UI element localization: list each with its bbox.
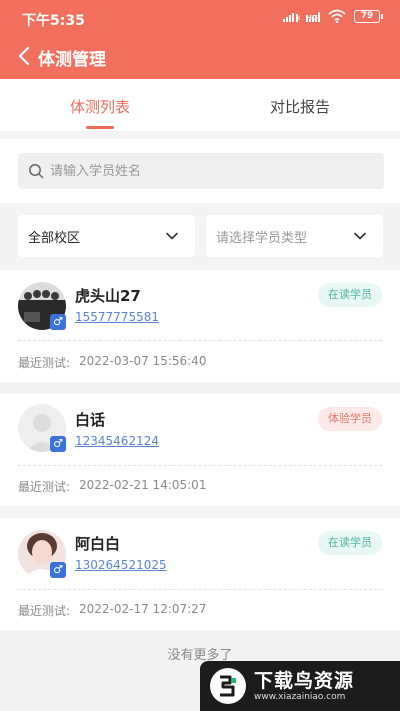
wifi-icon	[328, 9, 346, 23]
divider	[18, 465, 382, 466]
last-test-time: 2022-02-17 12:07:27	[79, 602, 207, 616]
chevron-down-icon	[354, 232, 366, 240]
last-test-time: 2022-03-07 15:56:40	[79, 354, 207, 368]
student-name: 阿白白	[75, 535, 121, 553]
signal-hd-icon: HD	[306, 10, 320, 22]
student-phone[interactable]: 12345462124	[75, 434, 159, 448]
search-icon	[29, 164, 44, 179]
search-section	[0, 139, 400, 203]
campus-select[interactable]: 全部校区	[18, 215, 195, 257]
last-test-time: 2022-02-21 14:05:01	[79, 478, 207, 492]
watermark-url: www.xiazainiao.com	[254, 691, 346, 702]
status-badge: 体验学员	[318, 407, 382, 431]
status-time: 下午5:35	[22, 13, 85, 29]
student-name: 白话	[75, 411, 106, 429]
student-type-select[interactable]: 请选择学员类型	[206, 215, 383, 257]
last-test-label: 最近测试:	[18, 356, 71, 370]
last-test-label: 最近测试:	[18, 480, 71, 494]
divider	[18, 589, 382, 590]
campus-select-label: 全部校区	[28, 230, 81, 246]
filter-bar: 全部校区 请选择学员类型	[0, 210, 400, 265]
student-card[interactable]: ♂ 虎头山27 15577775581 在读学员 最近测试: 2022-03-0…	[0, 270, 400, 382]
search-box[interactable]	[18, 153, 384, 189]
network-hd-label: HD	[306, 15, 318, 22]
tab-bar: 体测列表 对比报告	[0, 79, 400, 131]
student-card[interactable]: ♂ 阿白白 130264521025 在读学员 最近测试: 2022-02-17…	[0, 518, 400, 630]
male-icon: ♂	[50, 562, 66, 578]
signal-icon: x	[283, 10, 301, 22]
status-badge: 在读学员	[318, 283, 382, 307]
student-phone[interactable]: 130264521025	[75, 558, 167, 572]
male-icon: ♂	[50, 436, 66, 452]
watermark: 下载鸟资源 www.xiazainiao.com	[200, 661, 400, 711]
status-bar: 下午5:35 x HD 79	[0, 0, 400, 36]
nav-bar: 体测管理	[0, 36, 400, 79]
app-header: 下午5:35 x HD 79 体测管理	[0, 0, 400, 79]
tab-test-list[interactable]: 体测列表	[0, 79, 200, 131]
divider	[18, 340, 382, 341]
student-type-placeholder: 请选择学员类型	[216, 230, 308, 246]
status-badge: 在读学员	[318, 531, 382, 555]
search-input[interactable]	[50, 163, 350, 179]
page-title: 体测管理	[38, 50, 106, 70]
student-phone[interactable]: 15577775581	[75, 310, 159, 324]
student-name: 虎头山27	[75, 287, 141, 305]
chevron-down-icon	[166, 232, 178, 240]
male-icon: ♂	[50, 314, 66, 330]
watermark-title: 下载鸟资源	[254, 669, 355, 692]
status-icons: x HD 79	[283, 9, 383, 23]
student-card[interactable]: ♂ 白话 12345462124 体验学员 最近测试: 2022-02-21 1…	[0, 394, 400, 506]
back-arrow-icon[interactable]	[14, 45, 36, 67]
battery-icon: 79	[354, 9, 383, 23]
last-test-label: 最近测试:	[18, 604, 71, 618]
watermark-logo-icon	[210, 668, 246, 704]
battery-level: 79	[360, 10, 374, 21]
tab-compare-report[interactable]: 对比报告	[200, 79, 400, 131]
